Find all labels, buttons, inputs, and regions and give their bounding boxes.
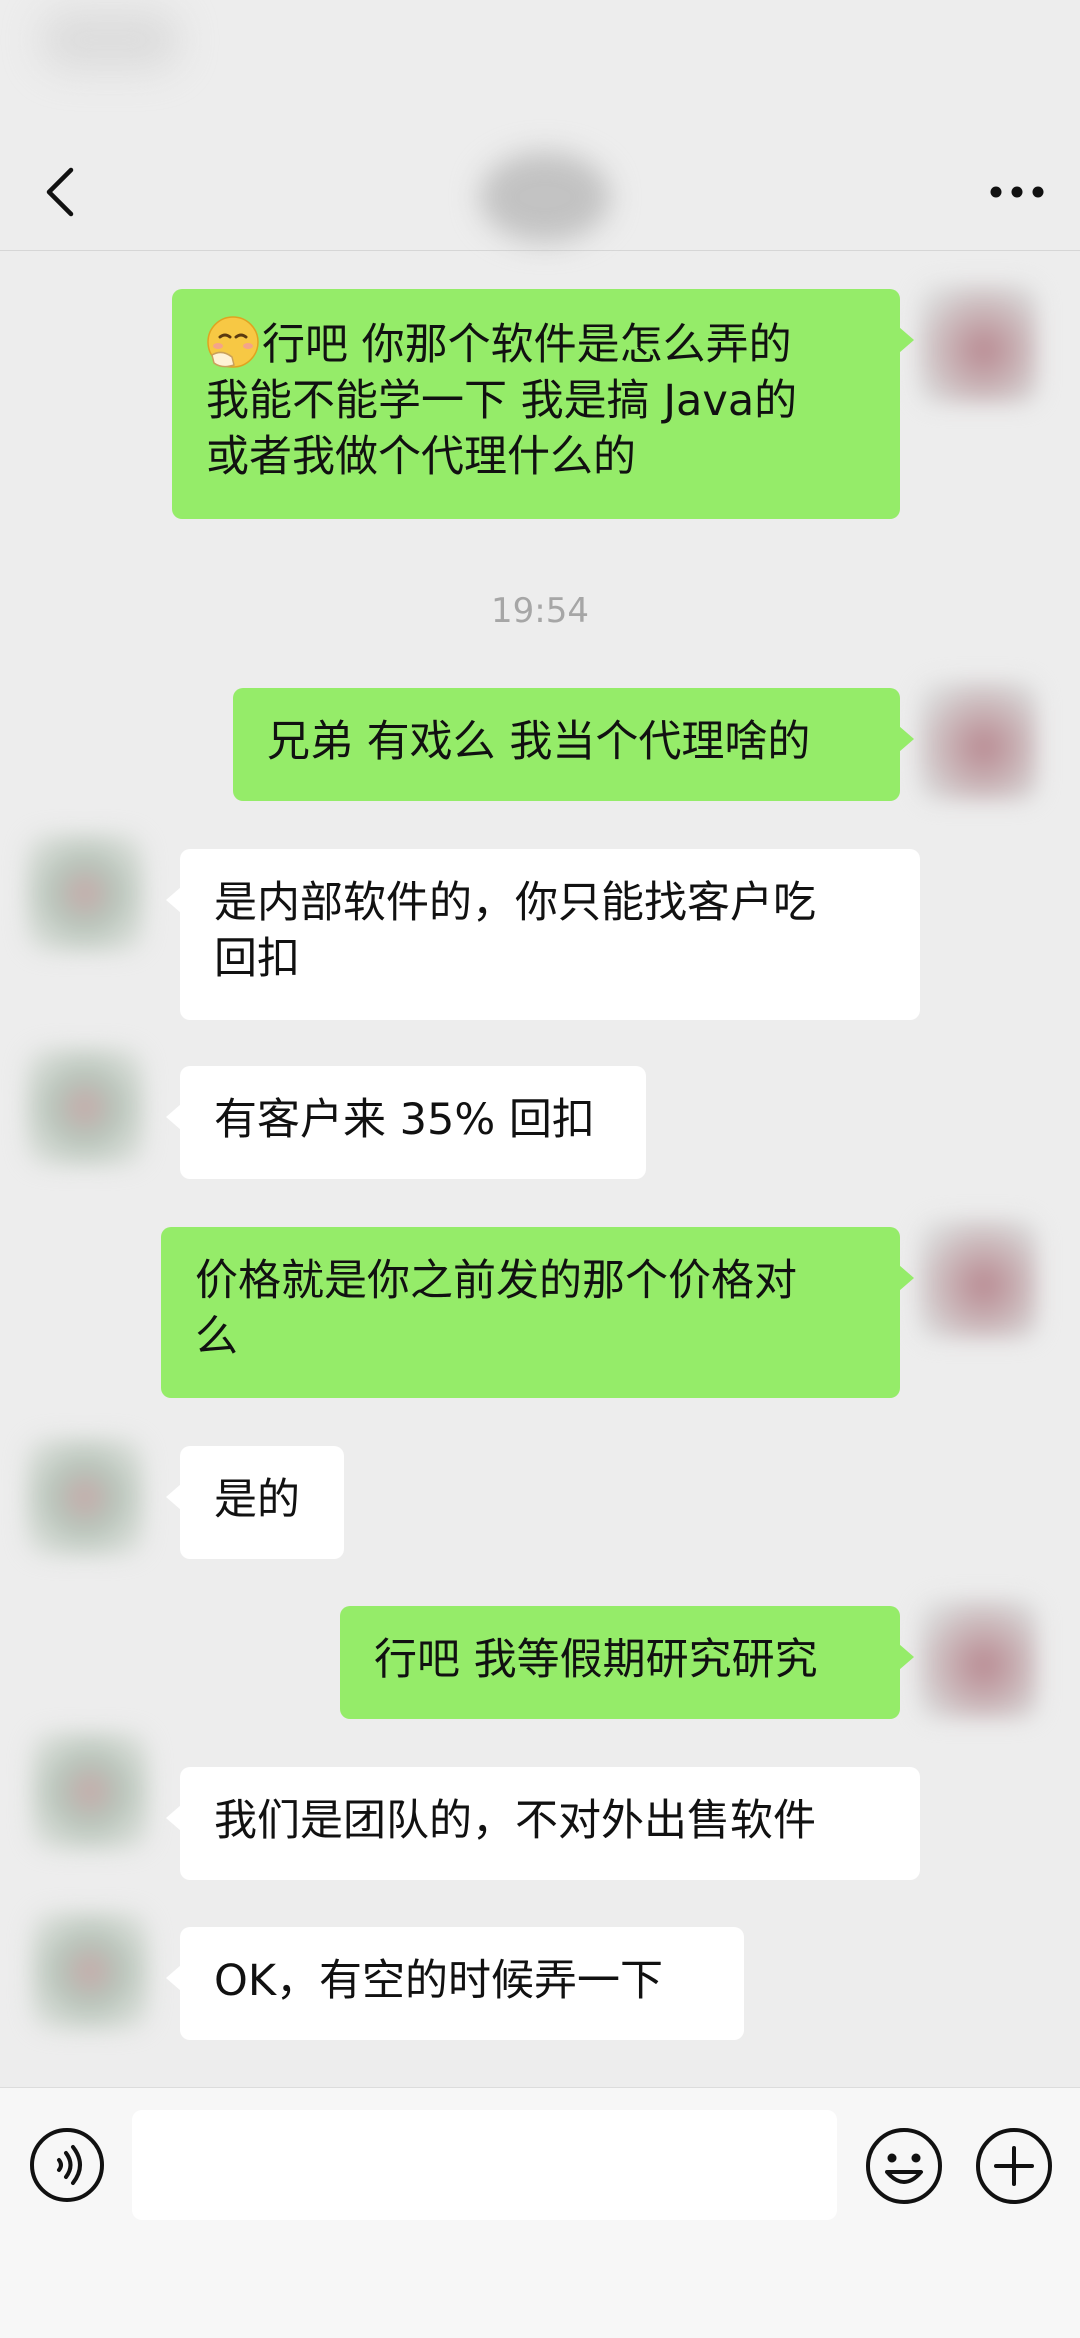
status-blur (40, 10, 180, 70)
emoji-button[interactable] (864, 2126, 944, 2206)
plus-icon (976, 2128, 1052, 2204)
contact-name-blurred (480, 152, 610, 242)
contact-avatar[interactable] (25, 1047, 145, 1167)
my-avatar[interactable] (918, 1599, 1038, 1719)
message-line: 么 (195, 1312, 238, 1362)
message-line: 或者我做个代理什么的 (206, 432, 636, 482)
contact-avatar[interactable] (25, 1437, 145, 1557)
message-bubble-outgoing[interactable]: 行吧 我等假期研究研究 (340, 1606, 914, 1719)
status-bar (0, 0, 1080, 140)
chevron-left-icon (46, 167, 74, 217)
message-bubble-outgoing[interactable]: 价格就是你之前发的那个价格对 么 (161, 1227, 914, 1398)
back-button[interactable] (30, 162, 90, 222)
message-line: 是内部软件的，你只能找客户吃 (214, 878, 816, 928)
message-bubble-incoming[interactable]: OK，有空的时候弄一下 (166, 1927, 744, 2040)
message-line: 我们是团队的，不对外出售软件 (214, 1796, 816, 1846)
my-avatar[interactable] (918, 284, 1038, 404)
message-list[interactable]: 行吧 你那个软件是怎么弄的 我能不能学一下 我是搞 Java的 或者我做个代理什… (0, 251, 1080, 2086)
chat-header (0, 140, 1080, 251)
message-bubble-incoming[interactable]: 我们是团队的，不对外出售软件 (166, 1767, 920, 1880)
emoji-icon (866, 2128, 942, 2204)
message-bubble-incoming[interactable]: 是内部软件的，你只能找客户吃 回扣 (166, 849, 920, 1020)
ellipsis-icon (990, 186, 1044, 198)
voice-button[interactable] (28, 2126, 106, 2204)
my-avatar[interactable] (918, 1219, 1038, 1339)
message-line: 我能不能学一下 我是搞 Java的 (206, 376, 798, 426)
message-bubble-outgoing[interactable]: 行吧 你那个软件是怎么弄的 我能不能学一下 我是搞 Java的 或者我做个代理什… (172, 289, 914, 519)
input-bar (0, 2087, 1080, 2338)
message-input[interactable] (132, 2110, 837, 2220)
message-timestamp: 19:54 (491, 591, 589, 631)
more-functions-button[interactable] (974, 2126, 1054, 2206)
contact-avatar[interactable] (30, 1731, 150, 1851)
message-line: 有客户来 35% 回扣 (214, 1095, 595, 1145)
message-line: 价格就是你之前发的那个价格对 (195, 1256, 797, 1306)
message-bubble-outgoing[interactable]: 兄弟 有戏么 我当个代理啥的 (233, 688, 914, 801)
message-line: OK，有空的时候弄一下 (214, 1956, 664, 2006)
contact-avatar[interactable] (30, 1911, 150, 2031)
message-line: 行吧 我等假期研究研究 (374, 1635, 818, 1685)
message-bubble-incoming[interactable]: 是的 (166, 1446, 344, 1559)
message-line: 行吧 你那个软件是怎么弄的 (262, 320, 792, 370)
more-options-button[interactable] (982, 162, 1052, 222)
face-with-hand-over-mouth-icon (207, 316, 259, 368)
message-line: 兄弟 有戏么 我当个代理啥的 (267, 717, 811, 767)
message-line: 回扣 (214, 934, 300, 984)
message-line: 是的 (214, 1475, 300, 1525)
message-bubble-incoming[interactable]: 有客户来 35% 回扣 (166, 1066, 646, 1179)
voice-icon (30, 2128, 104, 2202)
chat-screen: 行吧 你那个软件是怎么弄的 我能不能学一下 我是搞 Java的 或者我做个代理什… (0, 0, 1080, 2338)
contact-avatar[interactable] (25, 833, 145, 953)
my-avatar[interactable] (918, 681, 1038, 801)
